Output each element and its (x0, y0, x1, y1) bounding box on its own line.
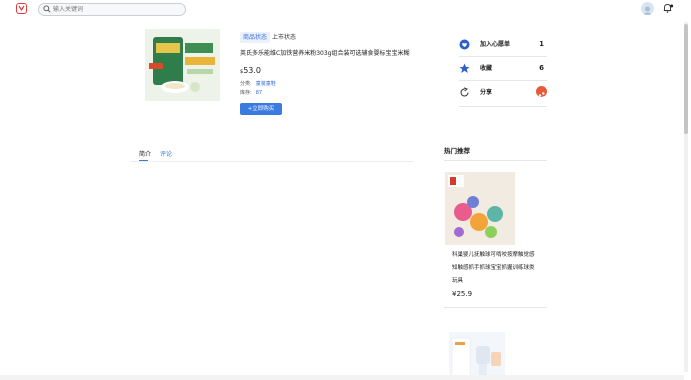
search-input[interactable]: 输入关键词 (38, 3, 186, 16)
search-placeholder: 输入关键词 (53, 6, 84, 13)
recommend-item-price: ¥25.9 (452, 290, 473, 298)
category-label: 分类: (240, 81, 252, 87)
favorite-action[interactable]: 收藏 6 (459, 59, 547, 79)
share-action[interactable]: 分享 (459, 83, 547, 103)
recommend-item-image[interactable] (445, 172, 515, 245)
app-logo[interactable] (16, 3, 27, 14)
divider (459, 106, 547, 107)
tab-intro[interactable]: 简介 (139, 151, 151, 159)
tab-review[interactable]: 评论 (160, 151, 172, 159)
favorite-label: 收藏 (480, 65, 493, 72)
category-row: 分类: 童装童鞋 (240, 80, 276, 88)
share-label: 分享 (480, 89, 493, 96)
avatar[interactable] (641, 2, 654, 15)
recommend-item-name[interactable]: 科巢婴儿抚触球可啃咬按摩触觉感知触感抓手抓球宝宝抓握训练球类玩具 (452, 249, 538, 288)
divider (459, 80, 547, 81)
star-icon (459, 63, 470, 73)
product-status-tag: 商品状态 (240, 32, 271, 43)
price-value: 53.0 (243, 66, 261, 75)
category-value[interactable]: 童装童鞋 (256, 81, 276, 87)
notification-dot: ● (670, 3, 674, 8)
wishlist-count: 1 (539, 40, 544, 48)
recommend-item-image[interactable] (449, 332, 505, 380)
search-icon (43, 5, 51, 13)
heart-add-icon (459, 39, 470, 50)
divider (444, 160, 547, 161)
wishlist-label: 加入心愿单 (480, 41, 511, 48)
product-image (145, 29, 220, 101)
hot-recommend-title: 热门推荐 (444, 147, 470, 155)
add-to-wishlist-action[interactable]: 加入心愿单 1 (459, 35, 547, 55)
listing-status-tag: 上市状态 (272, 34, 297, 41)
product-price: $53.0 (240, 66, 261, 77)
stock-row: 库存: 87 (240, 89, 262, 97)
product-title: 英氏多乐能维C加铁营养米粉303g组合装可选辅食婴标宝宝米糊 (240, 50, 410, 57)
horizontal-scrollbar[interactable] (0, 375, 684, 380)
divider (459, 56, 547, 57)
tabs-divider (130, 161, 414, 162)
buy-now-button[interactable]: +立即购买 (240, 103, 282, 115)
favorite-count: 6 (539, 64, 544, 72)
share-badge-icon[interactable] (536, 86, 547, 99)
scrollbar-thumb[interactable] (684, 24, 688, 134)
share-icon (460, 87, 469, 97)
stock-label: 库存: (240, 90, 252, 96)
divider (444, 307, 547, 308)
top-bar: 输入关键词 ● (0, 0, 691, 19)
stock-value: 87 (255, 90, 263, 96)
